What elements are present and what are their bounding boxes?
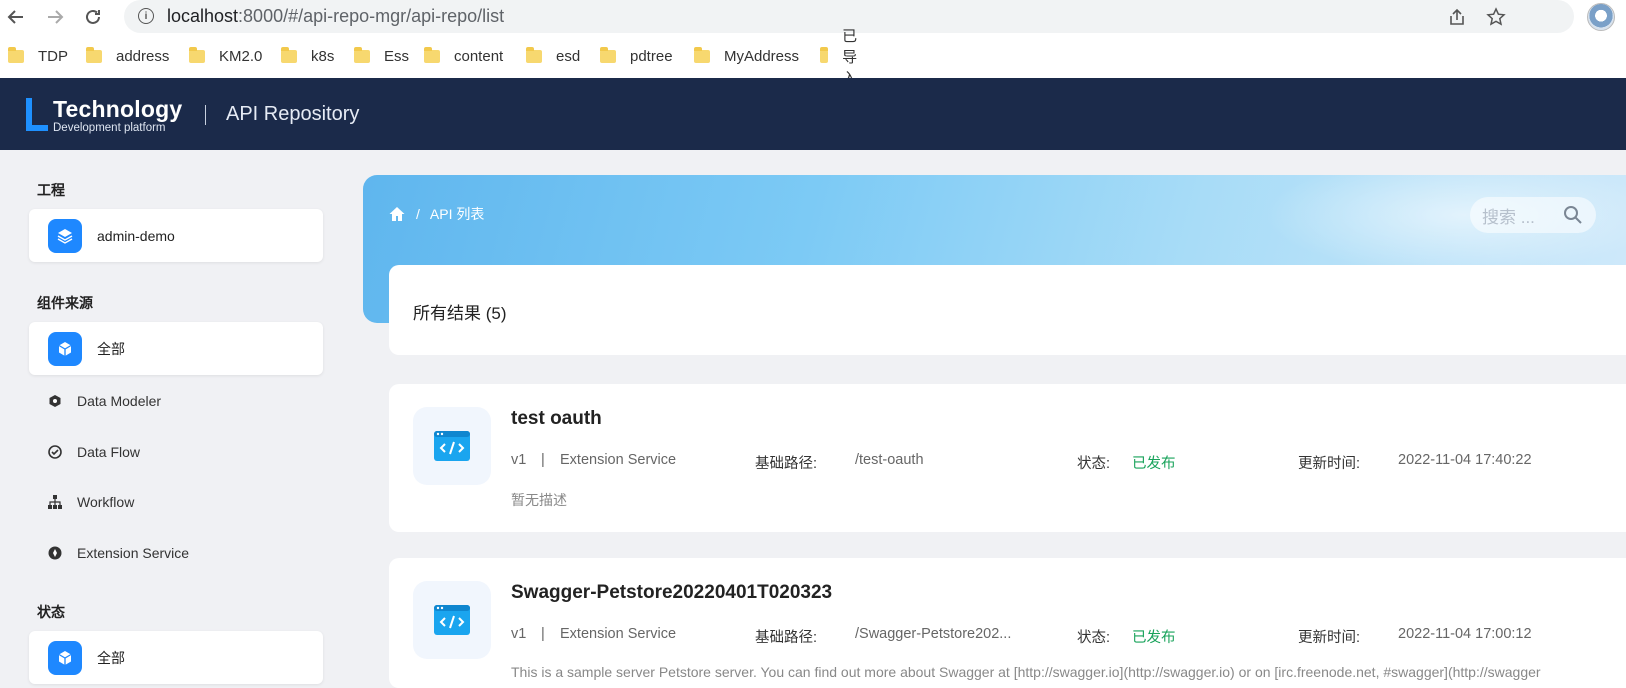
api-base-path: /Swagger-Petstore202... <box>855 626 1012 642</box>
status-label: 状态: <box>1077 456 1111 472</box>
bookmark-item[interactable]: KM2.0 <box>189 46 262 65</box>
folder-icon <box>526 46 542 63</box>
api-base-path: /test-oauth <box>855 452 924 468</box>
logo-title[interactable]: Technology <box>53 96 182 123</box>
app-name: API Repository <box>226 103 360 125</box>
api-type: Extension Service <box>560 626 677 642</box>
source-item-label: Workflow <box>77 494 135 510</box>
folder-icon <box>600 46 616 63</box>
folder-icon <box>8 46 24 63</box>
bookmark-star-icon[interactable] <box>1485 6 1507 28</box>
project-selector[interactable]: admin-demo <box>29 209 323 262</box>
folder-icon <box>424 46 440 63</box>
api-code-icon <box>413 407 491 485</box>
status-label: 状态: <box>1077 630 1111 646</box>
hexagon-icon <box>46 392 64 410</box>
api-updated-time: 2022-11-04 17:40:22 <box>1398 452 1532 468</box>
api-version: v1 <box>511 452 527 468</box>
forward-icon[interactable] <box>42 4 68 30</box>
base-path-label: 基础路径: <box>755 630 818 646</box>
source-item-all[interactable]: 全部 <box>29 322 323 375</box>
bookmark-item[interactable]: MyAddress <box>694 46 799 65</box>
api-card[interactable]: test oauth v1 | Extension Service 基础路径: … <box>389 384 1626 532</box>
check-circle-icon <box>46 443 64 461</box>
sidebar: 工程 admin-demo 组件来源 全部 Data Modeler Data … <box>0 150 350 684</box>
results-count: 所有结果 (5) <box>413 304 507 323</box>
updated-label: 更新时间: <box>1298 456 1361 472</box>
api-card[interactable]: Swagger-Petstore20220401T020323 v1 | Ext… <box>389 558 1626 688</box>
project-section-title: 工程 <box>37 182 65 198</box>
status-section-title: 状态 <box>37 604 65 620</box>
source-section-title: 组件来源 <box>37 295 93 311</box>
api-version: v1 <box>511 626 527 642</box>
api-code-icon <box>413 581 491 659</box>
source-item-data-modeler[interactable]: Data Modeler <box>46 389 161 413</box>
reload-icon[interactable] <box>80 4 106 30</box>
breadcrumb-separator: / <box>416 206 420 222</box>
logo-mark <box>26 98 48 131</box>
updated-label: 更新时间: <box>1298 630 1361 646</box>
home-icon[interactable] <box>388 205 406 223</box>
compass-icon <box>46 544 64 562</box>
source-item-label: Extension Service <box>77 545 190 561</box>
bookmark-item[interactable]: pdtree <box>600 46 673 65</box>
breadcrumb-current: API 列表 <box>429 206 485 222</box>
folder-icon <box>189 46 205 63</box>
bookmark-item[interactable]: esd <box>526 46 580 65</box>
breadcrumb: / API 列表 <box>388 204 484 224</box>
share-icon[interactable] <box>1446 6 1468 28</box>
profile-avatar[interactable] <box>1587 3 1615 31</box>
folder-icon <box>281 46 297 63</box>
base-path-label: 基础路径: <box>755 456 818 472</box>
api-title[interactable]: test oauth <box>511 408 602 430</box>
site-info-icon[interactable]: i <box>138 8 154 24</box>
browser-chrome: i localhost:8000/#/api-repo-mgr/api-repo… <box>0 0 1626 87</box>
hierarchy-icon <box>46 493 64 511</box>
folder-icon <box>354 46 370 63</box>
api-title[interactable]: Swagger-Petstore20220401T020323 <box>511 582 832 604</box>
results-summary: 所有结果 (5) <box>389 265 1626 355</box>
logo-subtitle: Development platform <box>53 122 166 134</box>
meta-separator: | <box>541 626 545 642</box>
folder-icon <box>86 46 102 63</box>
source-all-label: 全部 <box>97 340 125 357</box>
folder-icon <box>694 46 710 63</box>
search-icon[interactable] <box>1562 204 1584 226</box>
source-item-workflow[interactable]: Workflow <box>46 490 134 514</box>
api-updated-time: 2022-11-04 17:00:12 <box>1398 626 1532 642</box>
status-badge: 已发布 <box>1132 456 1176 472</box>
bookmark-item[interactable]: Ess <box>354 46 409 65</box>
app-header: Technology Development platform API Repo… <box>0 78 1626 150</box>
source-item-extension-service[interactable]: Extension Service <box>46 541 189 565</box>
api-type: Extension Service <box>560 452 677 468</box>
back-icon[interactable] <box>3 4 29 30</box>
meta-separator: | <box>541 452 545 468</box>
folder-icon <box>820 46 829 63</box>
layers-icon <box>48 218 82 253</box>
search-input[interactable]: 搜索 ... <box>1482 203 1562 228</box>
project-name: admin-demo <box>97 227 175 244</box>
source-item-data-flow[interactable]: Data Flow <box>46 440 140 464</box>
api-description: 暂无描述 <box>511 492 567 508</box>
search-box[interactable]: 搜索 ... <box>1470 197 1596 233</box>
api-description: This is a sample server Petstore server.… <box>511 664 1541 680</box>
source-item-label: Data Flow <box>77 444 141 460</box>
cube-icon <box>48 331 82 366</box>
status-badge: 已发布 <box>1132 630 1176 646</box>
status-item-all[interactable]: 全部 <box>29 631 323 684</box>
bookmark-item[interactable]: content <box>424 46 503 65</box>
header-divider <box>205 105 206 125</box>
status-all-label: 全部 <box>97 649 125 666</box>
source-item-label: Data Modeler <box>77 393 162 409</box>
cube-icon <box>48 640 82 675</box>
url-text[interactable]: localhost:8000/#/api-repo-mgr/api-repo/l… <box>167 6 504 27</box>
bookmark-item[interactable]: TDP <box>8 46 68 65</box>
bookmark-item[interactable]: address <box>86 46 169 65</box>
bookmark-item[interactable]: k8s <box>281 46 334 65</box>
